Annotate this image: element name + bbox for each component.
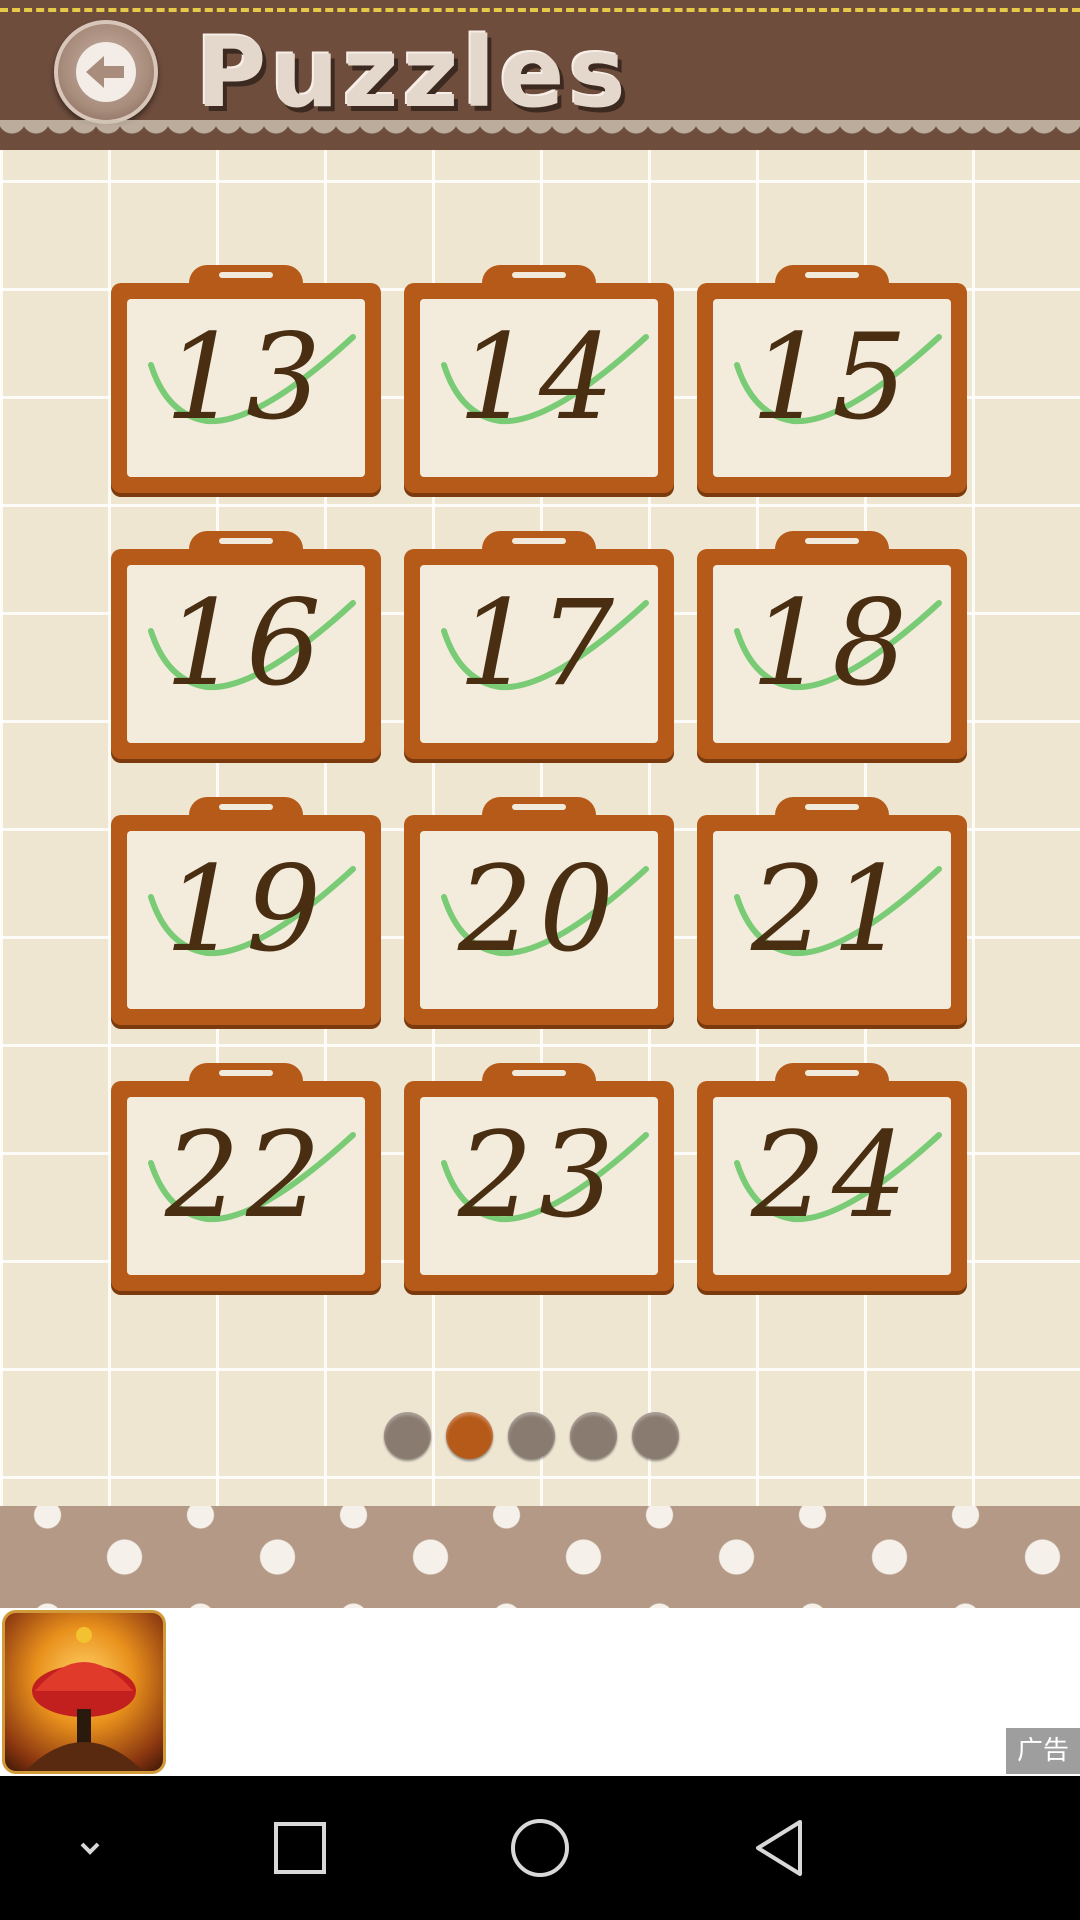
page-dot[interactable] [384,1412,431,1459]
puzzle-tile[interactable]: 16 [111,531,381,759]
back-button[interactable] [54,20,158,124]
puzzle-tile[interactable]: 23 [404,1063,674,1291]
clipboard-handle [482,1063,596,1091]
page-dot[interactable] [508,1412,555,1459]
puzzle-number: 17 [457,574,621,712]
clipboard-handle [189,531,303,559]
puzzle-number: 21 [750,840,914,978]
puzzle-tile[interactable]: 21 [697,797,967,1025]
triangle-back-icon[interactable] [744,1812,816,1884]
page-dot[interactable] [570,1412,617,1459]
puzzle-tile[interactable]: 14 [404,265,674,493]
puzzle-tile[interactable]: 18 [697,531,967,759]
page-dot[interactable] [632,1412,679,1459]
game-ad-icon[interactable] [2,1610,166,1774]
puzzle-number: 18 [750,574,914,712]
clipboard-handle [189,265,303,293]
puzzle-tile[interactable]: 20 [404,797,674,1025]
clipboard-handle [775,531,889,559]
polka-dot-strip [0,1506,1080,1608]
stitch-line [0,8,1080,12]
puzzle-number: 15 [750,308,914,446]
puzzle-grid: 13 14 15 16 17 18 19 20 21 22 23 24 [111,265,967,1291]
puzzle-number: 16 [164,574,328,712]
page-title: Puzzles [196,17,630,129]
puzzle-tile[interactable]: 15 [697,265,967,493]
puzzle-number: 22 [164,1106,328,1244]
clipboard-handle [189,797,303,825]
puzzle-number: 20 [457,840,621,978]
puzzle-number: 19 [164,840,328,978]
clipboard-handle [189,1063,303,1091]
puzzle-number: 13 [164,308,328,446]
system-nav-bar [0,1776,1080,1920]
puzzle-tile[interactable]: 22 [111,1063,381,1291]
ad-label: 广告 [1006,1728,1080,1774]
clipboard-handle [482,797,596,825]
puzzle-board: 13 14 15 16 17 18 19 20 21 22 23 24 [0,120,1080,1506]
puzzle-tile[interactable]: 13 [111,265,381,493]
chevron-down-icon[interactable] [54,1812,126,1884]
clipboard-handle [775,797,889,825]
clipboard-handle [482,265,596,293]
puzzle-number: 14 [457,308,621,446]
clipboard-handle [482,531,596,559]
clipboard-handle [775,1063,889,1091]
ad-banner[interactable]: 广告 [0,1608,1080,1776]
puzzle-number: 23 [457,1106,621,1244]
clipboard-handle [775,265,889,293]
puzzle-tile[interactable]: 17 [404,531,674,759]
puzzle-tile[interactable]: 19 [111,797,381,1025]
page-indicator [384,1412,679,1459]
square-recents-icon[interactable] [264,1812,336,1884]
page-dot[interactable] [446,1412,493,1459]
puzzle-number: 24 [750,1106,914,1244]
circle-home-icon[interactable] [504,1812,576,1884]
puzzle-tile[interactable]: 24 [697,1063,967,1291]
